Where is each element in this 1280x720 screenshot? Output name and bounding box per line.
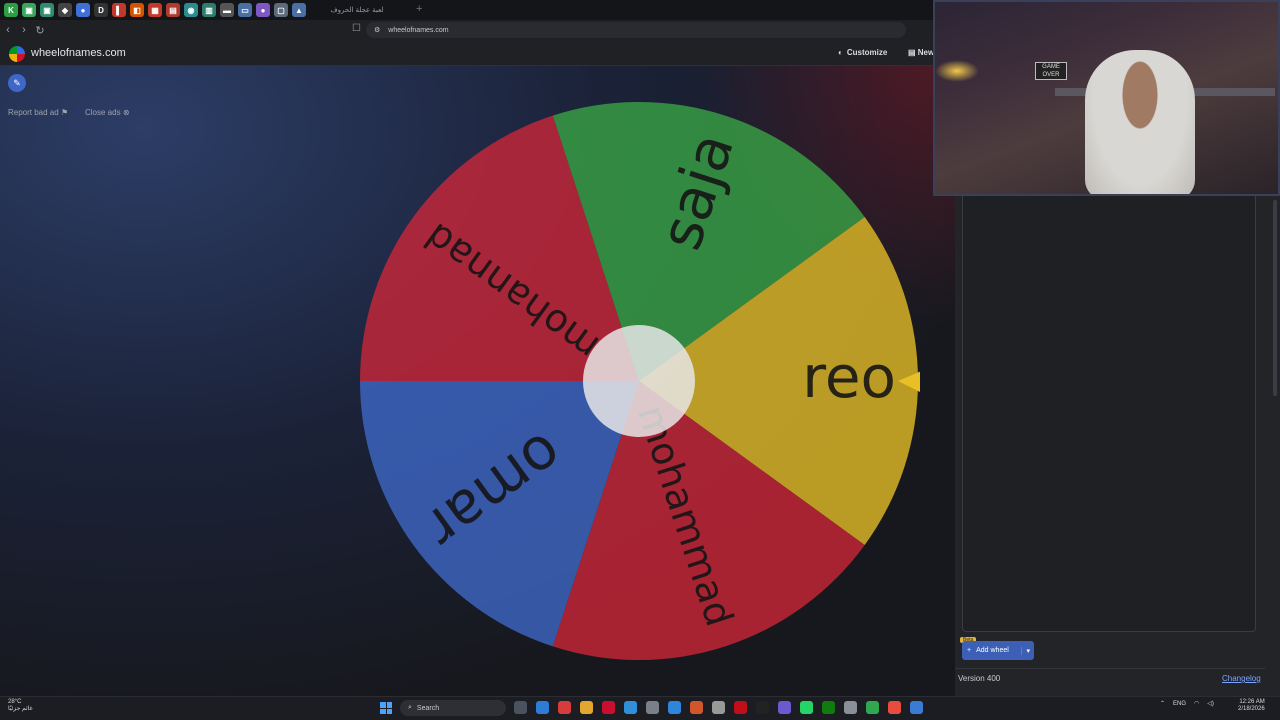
customize-button[interactable]: ◐ Customize bbox=[838, 48, 887, 57]
taskbar-app-icon[interactable] bbox=[558, 701, 571, 714]
taskbar-app-icon[interactable] bbox=[888, 701, 901, 714]
taskbar-app-icon[interactable] bbox=[536, 701, 549, 714]
tab-favicon-icon[interactable]: ▌ bbox=[112, 3, 126, 17]
new-tab-icon[interactable]: + bbox=[416, 3, 422, 15]
version-label: Version 400 bbox=[958, 674, 1001, 683]
tab-favicon-icon[interactable]: ▣ bbox=[22, 3, 36, 17]
tab-favicon-icon[interactable]: ● bbox=[76, 3, 90, 17]
forward-icon[interactable]: › bbox=[16, 24, 32, 36]
wheel[interactable]: sajareomohammadomarmohannad bbox=[358, 100, 920, 662]
taskbar-app-icon[interactable] bbox=[580, 701, 593, 714]
chevron-up-icon[interactable]: ⌃ bbox=[1160, 700, 1165, 707]
active-tab[interactable]: لعبة عجلة الحروف bbox=[300, 0, 414, 20]
weather-temp: 28°C bbox=[8, 699, 22, 705]
active-tab-title: لعبة عجلة الحروف bbox=[330, 7, 384, 14]
taskbar-app-icon[interactable] bbox=[624, 701, 637, 714]
windows-start-icon[interactable] bbox=[380, 702, 392, 714]
new-label: New bbox=[917, 48, 935, 57]
palette-icon: ◐ bbox=[838, 48, 843, 57]
close-circle-icon: ⊗ bbox=[122, 108, 130, 117]
taskbar-app-icon[interactable] bbox=[822, 701, 835, 714]
date: 2/18/2026 bbox=[1238, 706, 1265, 712]
taskbar-app-icon[interactable] bbox=[646, 701, 659, 714]
taskbar-app-icon[interactable] bbox=[800, 701, 813, 714]
tab-favicon-icon[interactable]: ▦ bbox=[148, 3, 162, 17]
tab-favicon-icon[interactable]: D bbox=[94, 3, 108, 17]
tab-favicon-icon[interactable]: ◧ bbox=[130, 3, 144, 17]
back-icon[interactable]: ‹ bbox=[0, 24, 16, 36]
taskbar-app-icon[interactable] bbox=[866, 701, 879, 714]
system-tray[interactable]: ⌃ ENG ◠ ◁) bbox=[1160, 700, 1214, 708]
taskbar-app-icon[interactable] bbox=[910, 701, 923, 714]
edit-icon[interactable]: ✎ bbox=[8, 74, 26, 92]
tab-favicon-icon[interactable]: ▥ bbox=[202, 3, 216, 17]
tab-favicon-icon[interactable]: ● bbox=[256, 3, 270, 17]
weather-widget[interactable]: 28°C غائم جزئيًا bbox=[8, 699, 33, 713]
taskbar-app-icon[interactable] bbox=[668, 701, 681, 714]
webcam-overlay: GAME OVER bbox=[933, 0, 1280, 196]
wifi-icon[interactable]: ◠ bbox=[1194, 700, 1199, 707]
plus-icon: + bbox=[967, 647, 972, 654]
close-ads-label: Close ads bbox=[85, 108, 121, 117]
add-wheel-button[interactable]: + Add wheel ▾ bbox=[962, 641, 1034, 660]
taskbar-app-icon[interactable] bbox=[734, 701, 747, 714]
tab-favicon-icon[interactable]: ◆ bbox=[58, 3, 72, 17]
divider bbox=[955, 668, 1265, 669]
taskbar-app-icon[interactable] bbox=[712, 701, 725, 714]
close-ads-link[interactable]: Close ads ⊗ bbox=[85, 108, 130, 117]
search-label: Search bbox=[416, 704, 440, 712]
wheel-segment-label: reo bbox=[802, 343, 896, 411]
tab-favicon-icon[interactable]: ▤ bbox=[166, 3, 180, 17]
taskbar-app-icon[interactable] bbox=[844, 701, 857, 714]
chevron-down-icon[interactable]: ▾ bbox=[1021, 646, 1034, 655]
weather-desc: غائم جزئيًا bbox=[8, 706, 33, 712]
site-name[interactable]: wheelofnames.com bbox=[31, 47, 126, 59]
tab-favicon-icon[interactable]: K bbox=[4, 3, 18, 17]
tab-favicon-icon[interactable]: ▭ bbox=[238, 3, 252, 17]
new-button[interactable]: ▤ New bbox=[908, 48, 934, 57]
customize-label: Customize bbox=[846, 48, 888, 57]
clock[interactable]: 12:26 AM 2/18/2026 bbox=[1238, 699, 1265, 713]
game-over-sign: GAME OVER bbox=[1035, 62, 1067, 80]
tab-favicon-icon[interactable]: ▢ bbox=[274, 3, 288, 17]
reload-icon[interactable]: ↻ bbox=[32, 24, 48, 37]
url-text: wheelofnames.com bbox=[388, 26, 449, 34]
entries-textbox[interactable] bbox=[962, 196, 1256, 632]
scrollbar[interactable] bbox=[1273, 200, 1277, 396]
tab-favicon-icon[interactable]: ▣ bbox=[40, 3, 54, 17]
taskbar-app-icon[interactable] bbox=[756, 701, 769, 714]
taskbar-app-icon[interactable] bbox=[690, 701, 703, 714]
tab-favicon-icon[interactable]: ◉ bbox=[184, 3, 198, 17]
url-bar[interactable]: ⚙ wheelofnames.com bbox=[366, 22, 906, 38]
volume-icon[interactable]: ◁) bbox=[1207, 700, 1214, 707]
report-ad-label: Report bad ad bbox=[8, 108, 59, 117]
search-icon: ⌕ bbox=[408, 704, 412, 711]
language-indicator[interactable]: ENG bbox=[1173, 701, 1186, 707]
bookmark-icon[interactable]: ☐ bbox=[352, 23, 361, 34]
taskbar-app-icon[interactable] bbox=[778, 701, 791, 714]
time: 12:26 AM bbox=[1239, 699, 1265, 705]
streamer bbox=[1085, 50, 1195, 194]
taskbar-app-icon[interactable] bbox=[602, 701, 615, 714]
taskbar bbox=[0, 696, 1280, 720]
wheel-hub[interactable] bbox=[583, 325, 695, 437]
site-settings-icon[interactable]: ⚙ bbox=[374, 26, 380, 34]
tab-favicon-icon[interactable]: ▬ bbox=[220, 3, 234, 17]
logo-icon[interactable] bbox=[9, 46, 25, 62]
document-icon: ▤ bbox=[908, 48, 918, 57]
taskbar-app-icon[interactable] bbox=[514, 701, 527, 714]
flag-icon: ⚑ bbox=[60, 108, 69, 117]
taskbar-search[interactable]: ⌕ Search bbox=[400, 700, 506, 716]
neon-light bbox=[935, 60, 979, 82]
changelog-link[interactable]: Changelog bbox=[1222, 674, 1261, 683]
report-ad-link[interactable]: Report bad ad ⚑ bbox=[8, 108, 68, 117]
add-wheel-label: Add wheel bbox=[976, 647, 1009, 654]
